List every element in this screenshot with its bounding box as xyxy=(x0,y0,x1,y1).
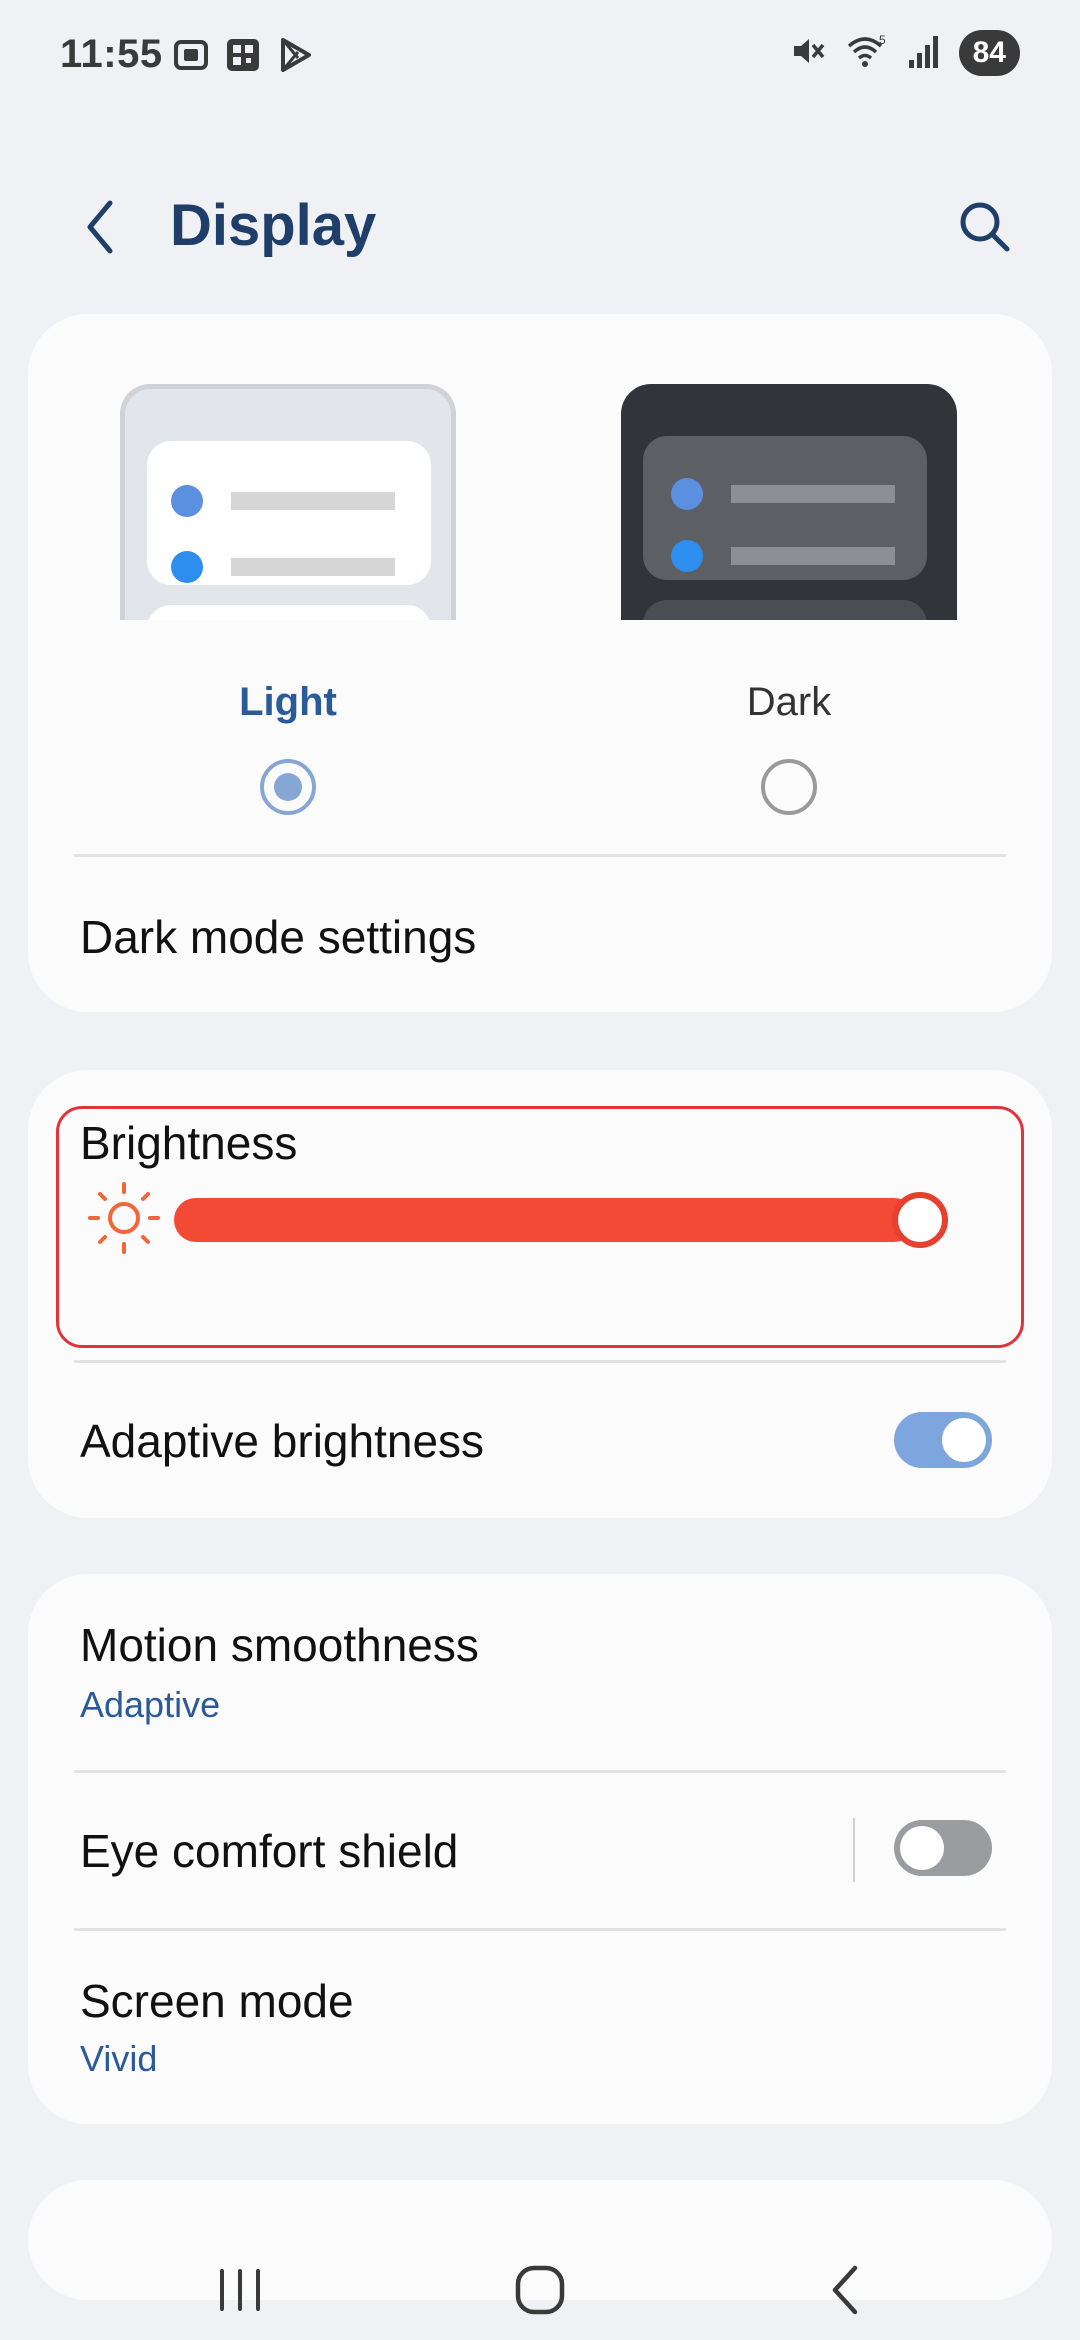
status-notification-icons xyxy=(172,36,314,79)
motion-smoothness-value: Adaptive xyxy=(80,1684,221,1725)
search-icon xyxy=(960,202,1010,252)
light-theme-radio[interactable] xyxy=(260,759,316,815)
light-theme-label: Light xyxy=(239,680,337,724)
screen-mode-title: Screen mode xyxy=(80,1975,354,2027)
divider xyxy=(74,1770,1006,1773)
screenshot-icon xyxy=(172,36,210,79)
divider xyxy=(74,1928,1006,1931)
signal-icon xyxy=(907,32,941,75)
display-options-card: Motion smoothness Adaptive Eye comfort s… xyxy=(28,1574,1052,2124)
navigation-bar xyxy=(0,2220,1080,2340)
separator xyxy=(853,1818,855,1882)
divider xyxy=(74,1360,1006,1363)
theme-card: Light Dark Dark mode settings xyxy=(28,314,1052,1012)
light-theme-option[interactable]: Light xyxy=(120,384,456,815)
back-icon xyxy=(832,2265,858,2315)
back-button[interactable] xyxy=(70,192,130,262)
dark-theme-radio[interactable] xyxy=(761,759,817,815)
adaptive-brightness-toggle[interactable] xyxy=(894,1412,992,1468)
screen-mode-value: Vivid xyxy=(80,2038,158,2079)
status-bar: 11:55 5 84 xyxy=(0,0,1080,110)
eye-comfort-shield-item[interactable]: Eye comfort shield xyxy=(80,1824,458,1878)
search-button[interactable] xyxy=(950,192,1020,262)
motion-smoothness-title: Motion smoothness xyxy=(80,1619,479,1671)
wifi-icon: 5 xyxy=(845,32,889,75)
home-button[interactable] xyxy=(490,2240,590,2340)
svg-text:5: 5 xyxy=(879,33,886,47)
chevron-left-icon xyxy=(87,200,113,254)
app-bar: Display xyxy=(0,170,1080,280)
qr-icon xyxy=(224,36,262,79)
nav-back-button[interactable] xyxy=(795,2240,895,2340)
recents-button[interactable] xyxy=(190,2240,290,2340)
page-title: Display xyxy=(170,193,377,258)
dark-theme-option[interactable]: Dark xyxy=(621,384,957,815)
recents-icon xyxy=(220,2269,260,2311)
eye-comfort-shield-toggle[interactable] xyxy=(894,1820,992,1876)
brightness-card: Brightness Adaptive brightness xyxy=(28,1070,1052,1518)
brightness-slider[interactable] xyxy=(174,1198,916,1242)
divider xyxy=(74,854,1006,857)
adaptive-brightness-label[interactable]: Adaptive brightness xyxy=(80,1414,484,1468)
home-icon xyxy=(515,2265,565,2315)
battery-icon: 84 xyxy=(958,30,1020,76)
brightness-slider-thumb[interactable] xyxy=(892,1192,948,1248)
sun-icon xyxy=(88,1182,160,1254)
mute-icon xyxy=(789,32,827,75)
dark-theme-label: Dark xyxy=(746,680,832,724)
status-time: 11:55 xyxy=(60,32,163,76)
light-theme-preview xyxy=(120,384,456,620)
dark-theme-preview xyxy=(621,384,957,620)
brightness-label: Brightness xyxy=(80,1117,298,1169)
status-system-icons: 5 84 xyxy=(789,30,1020,76)
play-store-icon xyxy=(276,36,314,79)
dark-mode-settings-item[interactable]: Dark mode settings xyxy=(80,910,476,964)
